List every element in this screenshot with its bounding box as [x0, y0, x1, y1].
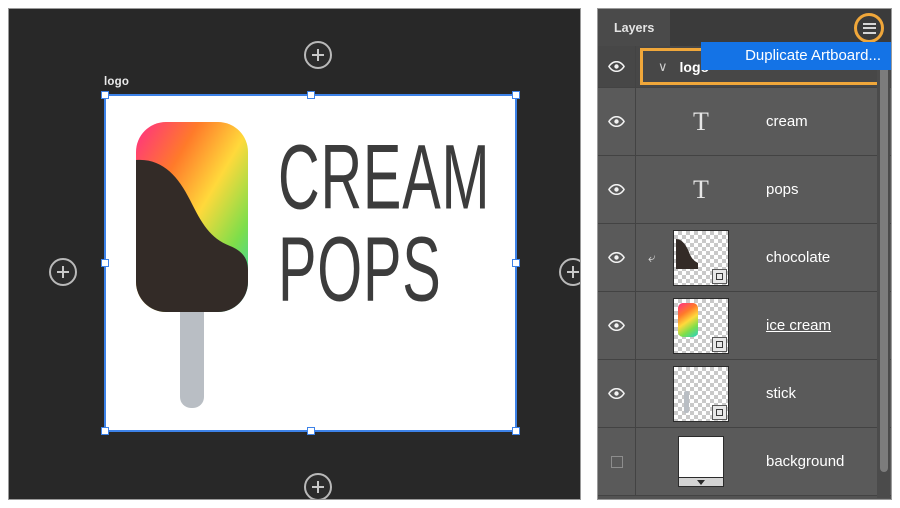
layer-thumbnail-cream[interactable]: T — [636, 109, 766, 135]
chevron-down-icon[interactable]: ∨ — [658, 60, 668, 73]
stick-shape — [684, 391, 689, 413]
panel-flyout-menu: Duplicate Artboard... — [701, 42, 891, 70]
eye-icon — [608, 252, 625, 263]
layers-scrollbar[interactable] — [877, 46, 890, 498]
photoshop-window: logo — [0, 0, 900, 508]
resize-handle-bottom-left[interactable] — [101, 427, 109, 435]
layer-row-stick[interactable]: stick — [598, 360, 891, 428]
thumbnail-image — [673, 298, 729, 354]
layer-list: ∨ logo T cream — [598, 46, 891, 496]
add-artboard-top-icon[interactable] — [304, 41, 332, 69]
layers-panel: Layers Duplicate Artboard... — [597, 8, 892, 500]
menu-item-duplicate-artboard[interactable]: Duplicate Artboard... — [701, 42, 891, 70]
visibility-toggle-pops[interactable] — [598, 156, 636, 223]
artboard-artwork: CREAM POPS — [106, 96, 515, 430]
visibility-toggle-ice-cream[interactable] — [598, 292, 636, 359]
panel-tab-bar: Layers — [598, 9, 891, 46]
logo-wordmark: CREAM POPS — [278, 134, 508, 297]
tab-layers-label: Layers — [614, 21, 654, 35]
add-artboard-right-icon[interactable] — [559, 258, 581, 286]
layer-thumbnail-stick[interactable] — [636, 366, 766, 422]
panel-menu-button[interactable] — [854, 13, 884, 43]
clipping-mask-icon: ⤷ — [648, 251, 655, 264]
layer-row-chocolate[interactable]: ⤷ chocolate — [598, 224, 891, 292]
layer-row-stick-body[interactable]: stick — [636, 360, 891, 427]
layer-thumbnail-pops[interactable]: T — [636, 177, 766, 203]
logo-text-line-1: CREAM — [278, 134, 457, 221]
layer-row-background-body[interactable]: background — [636, 428, 891, 495]
layer-thumbnail-background[interactable] — [636, 436, 766, 487]
resize-handle-bottom-center[interactable] — [307, 427, 315, 435]
eye-icon — [608, 116, 625, 127]
visibility-toggle-logo[interactable] — [598, 46, 636, 87]
resize-handle-middle-left[interactable] — [101, 259, 109, 267]
layer-name-pops[interactable]: pops — [766, 181, 799, 198]
chocolate-shape — [676, 239, 698, 269]
resize-handle-top-center[interactable] — [307, 91, 315, 99]
resize-handle-middle-right[interactable] — [512, 259, 520, 267]
layer-row-ice-cream-body[interactable]: ice cream — [636, 292, 891, 359]
artboard-indicator-icon — [678, 478, 724, 487]
resize-handle-top-right[interactable] — [512, 91, 520, 99]
layer-row-chocolate-body[interactable]: ⤷ chocolate — [636, 224, 891, 291]
layer-thumbnail-chocolate[interactable] — [636, 230, 766, 286]
ice-cream-gradient-shape — [678, 303, 698, 337]
thumbnail-image — [673, 366, 729, 422]
eye-icon — [608, 184, 625, 195]
layer-name-chocolate[interactable]: chocolate — [766, 249, 830, 266]
layer-row-pops[interactable]: T pops — [598, 156, 891, 224]
thumbnail-image — [673, 230, 729, 286]
layer-name-stick[interactable]: stick — [766, 385, 796, 402]
resize-handle-bottom-right[interactable] — [512, 427, 520, 435]
eye-icon — [608, 388, 625, 399]
background-white-swatch — [678, 436, 724, 478]
layer-row-cream[interactable]: T cream — [598, 88, 891, 156]
thumbnail-image — [678, 436, 724, 487]
layers-scrollbar-thumb[interactable] — [880, 64, 888, 472]
layer-row-ice-cream[interactable]: ice cream — [598, 292, 891, 360]
visibility-toggle-cream[interactable] — [598, 88, 636, 155]
visibility-checkbox-off-icon[interactable] — [611, 456, 623, 468]
visibility-toggle-stick[interactable] — [598, 360, 636, 427]
canvas-area[interactable]: logo — [8, 8, 581, 500]
layer-thumbnail-ice-cream[interactable] — [636, 298, 766, 354]
resize-handle-top-left[interactable] — [101, 91, 109, 99]
type-layer-icon: T — [693, 177, 709, 203]
eye-icon — [608, 320, 625, 331]
artboard-selection-frame[interactable]: CREAM POPS — [104, 94, 517, 432]
layer-name-background[interactable]: background — [766, 453, 844, 470]
visibility-toggle-background[interactable] — [598, 428, 636, 495]
smart-object-badge — [712, 405, 727, 420]
layer-name-ice-cream[interactable]: ice cream — [766, 317, 831, 334]
logo-text-line-2: POPS — [278, 226, 457, 313]
add-artboard-bottom-icon[interactable] — [304, 473, 332, 500]
eye-icon — [608, 61, 625, 72]
layer-row-cream-body[interactable]: T cream — [636, 88, 891, 155]
smart-object-badge — [712, 269, 727, 284]
visibility-toggle-chocolate[interactable] — [598, 224, 636, 291]
popsicle-illustration — [132, 118, 262, 418]
type-layer-icon: T — [693, 109, 709, 135]
artboard-label[interactable]: logo — [104, 76, 129, 88]
add-artboard-left-icon[interactable] — [49, 258, 77, 286]
layer-name-cream[interactable]: cream — [766, 113, 808, 130]
layer-row-pops-body[interactable]: T pops — [636, 156, 891, 223]
hamburger-icon — [863, 23, 876, 34]
tab-layers[interactable]: Layers — [598, 9, 670, 46]
smart-object-badge — [712, 337, 727, 352]
layer-row-background[interactable]: background — [598, 428, 891, 496]
